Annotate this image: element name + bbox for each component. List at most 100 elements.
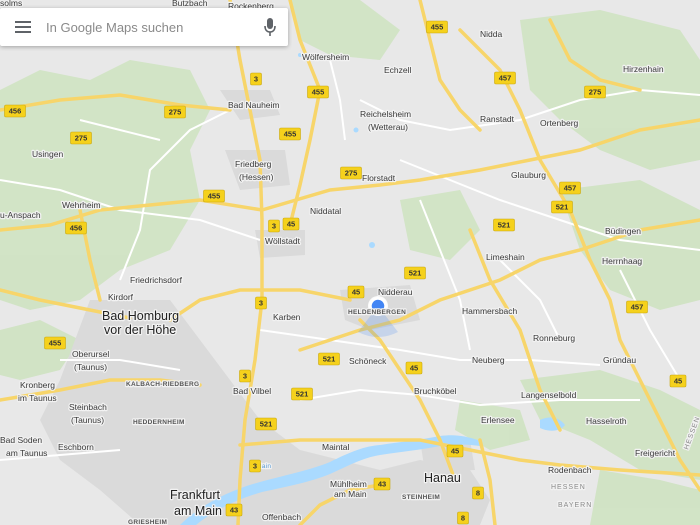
road-shield-label: 521	[260, 420, 273, 429]
microphone-icon[interactable]	[252, 8, 288, 46]
road-shield-275: 275	[164, 105, 186, 119]
road-shield-label: 275	[169, 108, 182, 117]
road-shield-label: 521	[323, 355, 336, 364]
place-label-gruendau[interactable]: Gründau	[602, 354, 638, 367]
place-label-hessen-region[interactable]: HESSEN	[550, 483, 586, 493]
place-label-eschborn[interactable]: Eschborn	[57, 441, 96, 454]
place-label-wehrheim[interactable]: Wehrheim	[61, 199, 102, 212]
place-label-bad-vilbel[interactable]: Bad Vilbel	[232, 385, 273, 398]
place-label-florstadt[interactable]: Florstadt	[361, 172, 397, 185]
place-label-woelfersheim[interactable]: Wölfersheim	[301, 51, 351, 64]
place-label-friedrichsdorf[interactable]: Friedrichsdorf	[129, 274, 184, 287]
place-label-hirzenhain[interactable]: Hirzenhain	[622, 63, 665, 76]
place-label-hessen[interactable]: (Hessen)	[238, 171, 275, 184]
search-input[interactable]	[46, 9, 252, 45]
place-label-ronneburg[interactable]: Ronneburg	[532, 332, 577, 345]
place-label-buedingen[interactable]: Büdingen	[604, 225, 643, 238]
road-shield-456: 456	[65, 221, 87, 235]
place-label-oberursel[interactable]: Oberursel	[71, 348, 111, 361]
place-label-hammersbach[interactable]: Hammersbach	[461, 305, 519, 318]
place-label-bad-soden[interactable]: Bad Soden	[0, 434, 44, 447]
road-shield-455: 455	[279, 127, 301, 141]
place-label-taunus2[interactable]: (Taunus)	[70, 414, 106, 427]
road-shield-label: 3	[243, 372, 247, 381]
place-label-langenselbold[interactable]: Langenselbold	[520, 389, 578, 402]
place-label-muehlheim[interactable]: Mühlheim	[329, 478, 368, 491]
place-label-heldenbergen[interactable]: HELDENBERGEN	[347, 308, 407, 318]
road-shield-275: 275	[340, 166, 362, 180]
road-shield-label: 45	[410, 364, 418, 373]
place-label-griesheim[interactable]: GRIESHEIM	[127, 518, 168, 525]
road-shield-45: 45	[405, 361, 423, 375]
place-label-bad-nauheim[interactable]: Bad Nauheim	[227, 99, 281, 112]
place-label-echzell[interactable]: Echzell	[383, 64, 413, 77]
place-label-offenbach[interactable]: Offenbach	[261, 511, 303, 524]
place-label-freigericht[interactable]: Freigericht	[634, 447, 677, 460]
road-shield-521: 521	[291, 387, 313, 401]
road-shield-label: 275	[589, 88, 602, 97]
road-shield-457: 457	[626, 300, 648, 314]
road-shield-label: 455	[208, 192, 221, 201]
road-shield-275: 275	[584, 85, 606, 99]
place-label-anspach[interactable]: u-Anspach	[0, 209, 42, 222]
map-canvas[interactable]: Butzbach RockenbergsolmsNiddaWölfersheimE…	[0, 0, 700, 525]
place-label-steinbach[interactable]: Steinbach	[68, 401, 109, 414]
place-label-reichelsheim[interactable]: Reichelsheim	[359, 108, 413, 121]
place-label-schoeneck[interactable]: Schöneck	[348, 355, 389, 368]
place-label-kronberg[interactable]: Kronberg	[19, 379, 57, 392]
place-label-steinheim[interactable]: STEINHEIM	[401, 493, 441, 503]
road-shield-455: 455	[44, 336, 66, 350]
road-shield-456: 456	[4, 104, 26, 118]
place-label-bad-homburg[interactable]: Bad Homburg	[101, 308, 181, 325]
place-label-hanau[interactable]: Hanau	[423, 470, 462, 487]
place-label-taunus1[interactable]: (Taunus)	[73, 361, 109, 374]
road-shield-label: 456	[70, 224, 83, 233]
road-shield-455: 455	[307, 85, 329, 99]
place-label-kalbach[interactable]: KALBACH-RIEDBERG	[125, 380, 201, 390]
place-label-woellstadt[interactable]: Wöllstadt	[264, 235, 302, 248]
place-label-nidderau[interactable]: Nidderau	[377, 286, 414, 299]
place-label-im-taunus[interactable]: im Taunus	[17, 392, 58, 405]
place-label-solms[interactable]: solms	[0, 0, 23, 9]
road-shield-43: 43	[373, 477, 391, 491]
place-label-kirdorf[interactable]: Kirdorf	[107, 291, 135, 304]
place-label-neuberg[interactable]: Neuberg	[471, 354, 506, 367]
place-label-ranstadt[interactable]: Ranstadt	[479, 113, 516, 126]
place-label-heddernheim[interactable]: HEDDERNHEIM	[132, 418, 186, 428]
road-shield-label: 521	[498, 221, 511, 230]
road-shield-45: 45	[446, 444, 464, 458]
road-shield-521: 521	[551, 200, 573, 214]
place-label-nidda[interactable]: Nidda	[479, 28, 504, 41]
hamburger-menu-icon[interactable]	[0, 8, 46, 46]
place-label-am-main[interactable]: am Main	[173, 503, 223, 520]
road-shield-label: 3	[253, 462, 257, 471]
place-label-butzbach[interactable]: Butzbach	[171, 0, 209, 9]
place-label-am-taunus[interactable]: am Taunus	[5, 447, 49, 460]
place-label-glauburg[interactable]: Glauburg	[510, 169, 548, 182]
place-label-karben[interactable]: Karben	[272, 311, 302, 324]
place-label-niddatal[interactable]: Niddatal	[309, 205, 343, 218]
place-label-hasselroth[interactable]: Hasselroth	[585, 415, 628, 428]
place-label-am-main2[interactable]: am Main	[333, 488, 368, 501]
place-label-erlensee[interactable]: Erlensee	[480, 414, 516, 427]
place-label-herrnhaag[interactable]: Herrnhaag	[601, 255, 644, 268]
place-label-frankfurt[interactable]: Frankfurt	[169, 487, 222, 504]
road-shield-label: 43	[378, 480, 386, 489]
place-label-vor-der-hoehe[interactable]: vor der Höhe	[103, 322, 178, 339]
place-label-friedberg[interactable]: Friedberg	[234, 158, 273, 171]
road-shield-label: 45	[352, 288, 360, 297]
place-label-ortenberg[interactable]: Ortenberg	[539, 117, 580, 130]
road-shield-45: 45	[282, 217, 300, 231]
place-label-bruchkoebel[interactable]: Bruchköbel	[413, 385, 458, 398]
road-shield-label: 455	[431, 23, 444, 32]
place-label-limeshain[interactable]: Limeshain	[485, 251, 527, 264]
road-shield-8: 8	[457, 511, 469, 525]
place-label-usingen[interactable]: Usingen	[31, 148, 65, 161]
road-shield-label: 455	[312, 88, 325, 97]
place-label-maintal[interactable]: Maintal	[321, 441, 351, 454]
place-label-rodenbach[interactable]: Rodenbach	[547, 464, 593, 477]
place-label-bayern-region[interactable]: BAYERN	[557, 501, 593, 511]
road-shield-label: 455	[49, 339, 62, 348]
place-label-wetterau[interactable]: (Wetterau)	[367, 121, 410, 134]
road-shield-455: 455	[426, 20, 448, 34]
